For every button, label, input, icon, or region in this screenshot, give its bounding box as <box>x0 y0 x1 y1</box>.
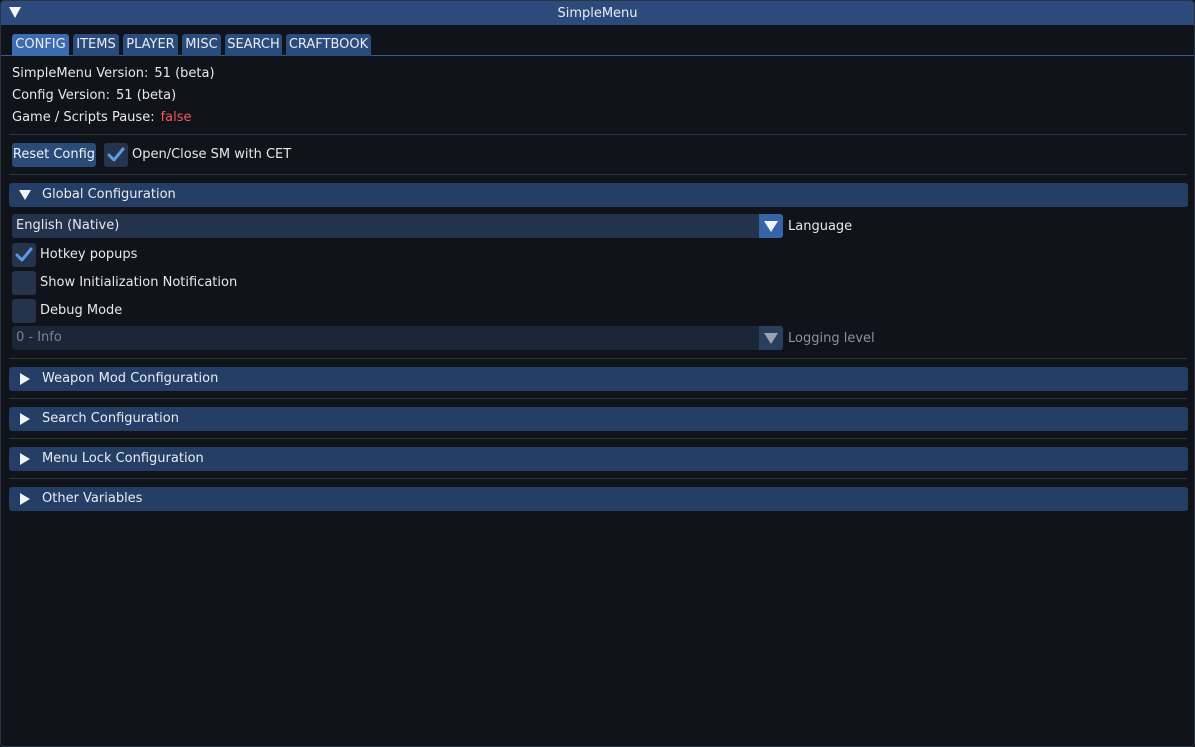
title-bar[interactable]: SimpleMenu <box>1 1 1194 25</box>
debug-mode-label: Debug Mode <box>40 303 123 318</box>
hotkey-popups-checkbox[interactable] <box>12 243 36 267</box>
section-weapon-mod-configuration[interactable]: Weapon Mod Configuration <box>9 367 1188 391</box>
window-title: SimpleMenu <box>557 5 638 21</box>
logging-level-combo[interactable]: 0 - Info <box>12 326 783 350</box>
collapsed-arrow-icon <box>20 493 30 505</box>
show-init-notification-checkbox[interactable] <box>12 271 36 295</box>
sm-version-label: SimpleMenu Version: <box>12 66 149 81</box>
config-version-value: 51 (beta) <box>116 88 177 103</box>
section-global-configuration[interactable]: Global Configuration <box>9 183 1188 207</box>
tab-misc[interactable]: MISC <box>182 34 221 56</box>
separator <box>9 174 1187 175</box>
tab-items[interactable]: ITEMS <box>73 34 119 56</box>
sm-version-value: 51 (beta) <box>154 66 215 81</box>
section-search-label: Search Configuration <box>42 411 179 426</box>
show-init-notification-label: Show Initialization Notification <box>40 275 238 290</box>
config-version-label: Config Version: <box>12 88 111 103</box>
section-global-configuration-label: Global Configuration <box>42 187 176 202</box>
section-menu-lock-label: Menu Lock Configuration <box>42 451 204 466</box>
expanded-arrow-icon <box>19 190 31 200</box>
collapse-window-icon[interactable] <box>9 7 21 18</box>
tab-config[interactable]: CONFIG <box>12 34 69 56</box>
checkmark-icon <box>15 247 33 262</box>
collapsed-arrow-icon <box>20 413 30 425</box>
debug-mode-checkbox[interactable] <box>12 299 36 323</box>
collapsed-arrow-icon <box>20 373 30 385</box>
separator <box>9 478 1187 479</box>
tab-player[interactable]: PLAYER <box>123 34 178 56</box>
tab-bar: CONFIG ITEMS PLAYER MISC SEARCH CRAFTBOO… <box>1 25 1194 56</box>
simplemenu-window: SimpleMenu CONFIG ITEMS PLAYER MISC SEAR… <box>0 0 1195 747</box>
separator <box>9 134 1187 135</box>
tab-search[interactable]: SEARCH <box>225 34 282 56</box>
logging-level-label: Logging level <box>788 331 875 346</box>
pause-label: Game / Scripts Pause: <box>12 110 155 125</box>
separator <box>9 358 1187 359</box>
pause-row: Game / Scripts Pause: false <box>12 110 192 125</box>
logging-dropdown-button[interactable] <box>759 326 783 350</box>
section-weapon-mod-label: Weapon Mod Configuration <box>42 371 219 386</box>
section-search-configuration[interactable]: Search Configuration <box>9 407 1188 431</box>
hotkey-popups-label: Hotkey popups <box>40 247 138 262</box>
chevron-down-icon <box>764 333 778 344</box>
section-other-variables[interactable]: Other Variables <box>9 487 1188 511</box>
language-dropdown-button[interactable] <box>759 214 783 238</box>
tab-craftbook[interactable]: CRAFTBOOK <box>286 34 371 56</box>
open-close-cet-checkbox[interactable] <box>104 143 128 167</box>
section-other-variables-label: Other Variables <box>42 491 143 506</box>
reset-config-button[interactable]: Reset Config <box>12 143 96 167</box>
open-close-cet-label: Open/Close SM with CET <box>132 147 292 162</box>
collapsed-arrow-icon <box>20 453 30 465</box>
language-value: English (Native) <box>16 218 120 233</box>
language-label: Language <box>788 219 853 234</box>
config-version-row: Config Version: 51 (beta) <box>12 88 176 103</box>
logging-level-value: 0 - Info <box>16 330 62 345</box>
chevron-down-icon <box>764 221 778 232</box>
separator <box>9 398 1187 399</box>
sm-version-row: SimpleMenu Version: 51 (beta) <box>12 66 215 81</box>
separator <box>9 438 1187 439</box>
pause-value: false <box>160 110 192 125</box>
language-combo[interactable]: English (Native) <box>12 214 783 238</box>
checkmark-icon <box>107 147 125 162</box>
section-menu-lock-configuration[interactable]: Menu Lock Configuration <box>9 447 1188 471</box>
